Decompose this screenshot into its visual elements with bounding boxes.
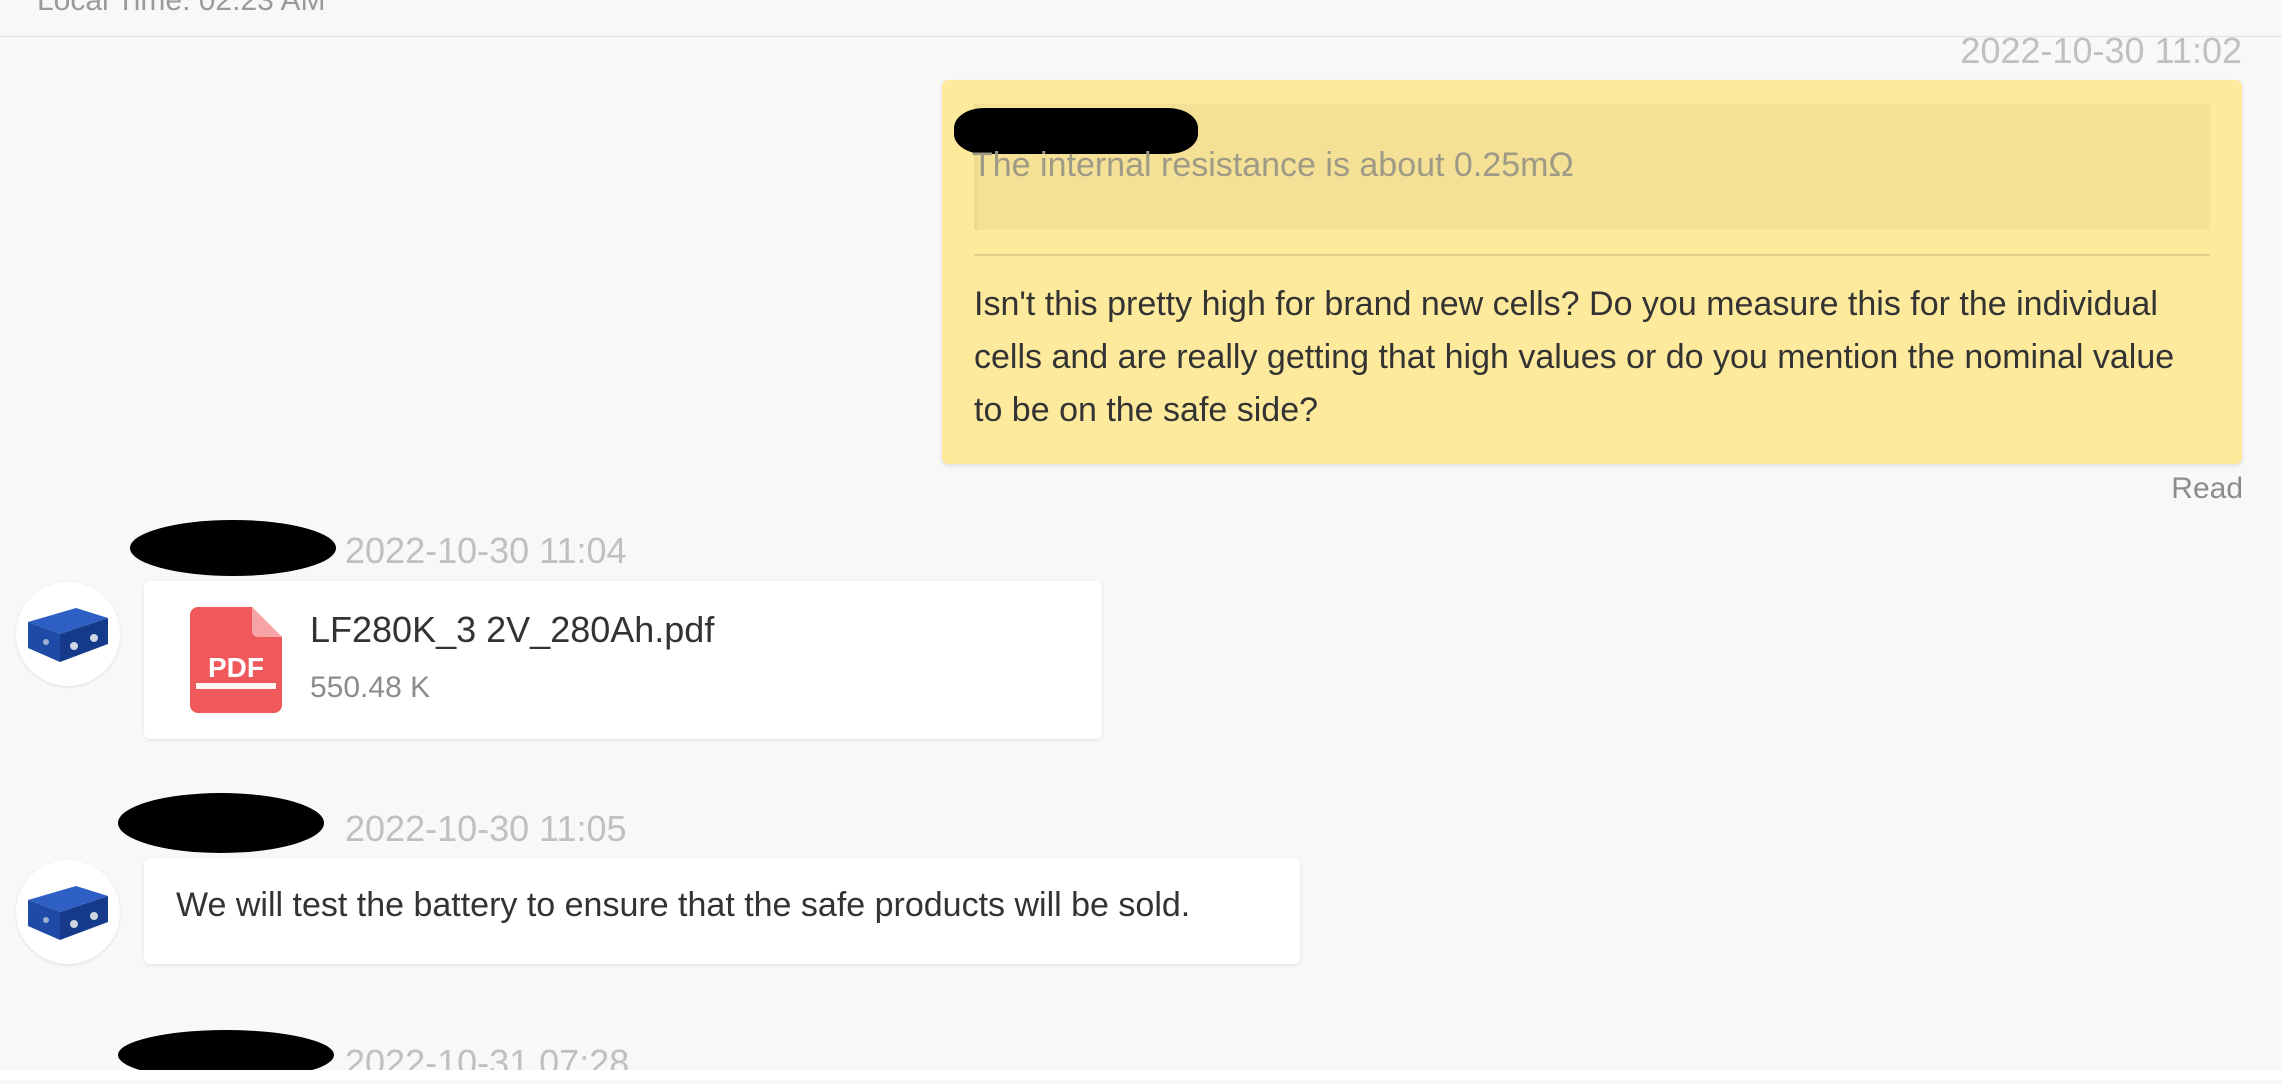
message-timestamp: 2022-10-30 11:02 [1960,30,2242,71]
message-text: Isn't this pretty high for brand new cel… [974,285,2175,429]
file-size: 550.48 K [310,671,431,704]
bottom-edge [0,1070,2282,1080]
redacted-name [118,793,324,853]
quote-divider [974,254,2210,256]
chat-header: Local Time: 02:23 AM [0,0,2282,37]
file-message-bubble[interactable]: PDF LF280K_3 2V_280Ah.pdf 550.48 K [144,581,1102,739]
text-message-bubble[interactable]: We will test the battery to ensure that … [144,858,1300,964]
avatar[interactable] [16,860,120,964]
read-status: Read [2171,472,2243,505]
pdf-icon-label: PDF [208,652,264,683]
battery-avatar-icon [28,608,108,662]
battery-avatar-icon [28,886,108,940]
local-time-label: Local Time: 02:23 AM [37,0,326,17]
pdf-file-icon: PDF [190,607,282,713]
message-text: We will test the battery to ensure that … [176,886,1191,924]
avatar[interactable] [16,582,120,686]
outgoing-message-bubble[interactable]: The internal resistance is about 0.25mΩ … [942,80,2242,464]
quoted-message-text: The internal resistance is about 0.25mΩ [972,146,1574,184]
message-timestamp: 2022-10-30 11:05 [345,808,627,849]
redacted-name [130,520,336,576]
message-timestamp: 2022-10-30 11:04 [345,530,627,571]
file-name[interactable]: LF280K_3 2V_280Ah.pdf [310,609,714,651]
